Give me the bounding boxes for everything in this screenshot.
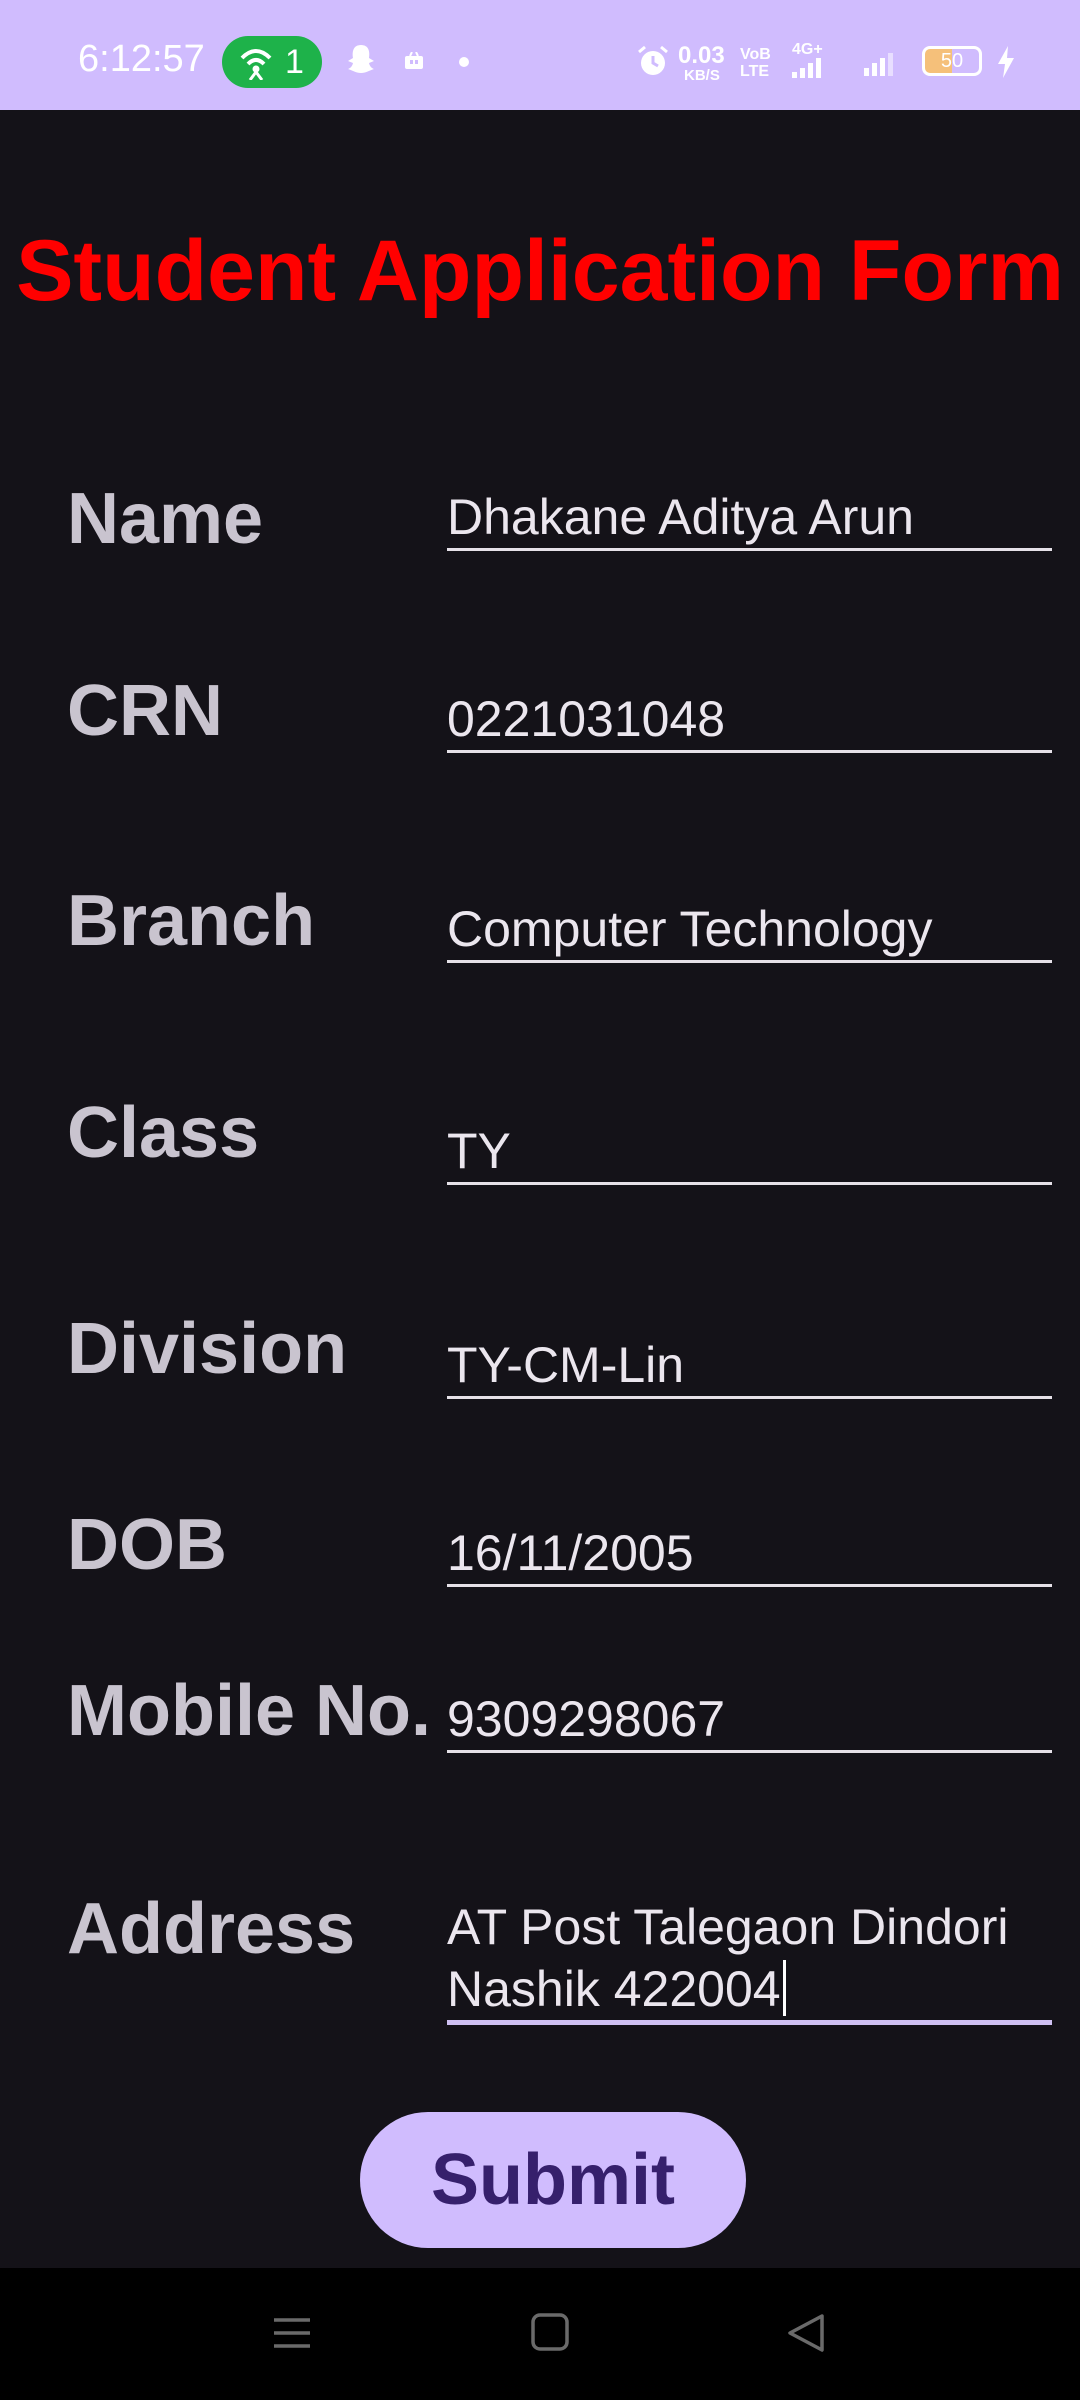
branch-value: Computer Technology bbox=[447, 901, 933, 957]
network-type-label: 4G+ bbox=[792, 41, 823, 58]
signal-icon-2 bbox=[864, 53, 893, 76]
dob-label: DOB bbox=[67, 1505, 227, 1585]
signal-icon bbox=[792, 58, 821, 78]
home-icon[interactable] bbox=[528, 2308, 572, 2358]
address-text: AT Post Talegaon Dindori Nashik 422004 bbox=[447, 1899, 1009, 2017]
text-cursor bbox=[782, 1960, 786, 2016]
address-field[interactable]: AT Post Talegaon Dindori Nashik 422004 bbox=[447, 1896, 1052, 2025]
dot-icon bbox=[459, 57, 469, 67]
hotspot-count: 1 bbox=[285, 43, 304, 81]
page-title: Student Application Form bbox=[16, 223, 1064, 319]
status-time: 6:12:57 bbox=[78, 38, 205, 80]
division-value: TY-CM-Lin bbox=[447, 1337, 685, 1393]
volte-label: VoB LTE bbox=[740, 46, 771, 80]
menu-icon[interactable] bbox=[270, 2308, 314, 2358]
hotspot-icon bbox=[240, 49, 272, 80]
dob-field[interactable]: 16/11/2005 bbox=[447, 1522, 1052, 1587]
status-bar: 6:12:57 1 0.03 KB/S VoB LTE 4G+ 50 bbox=[0, 0, 1080, 110]
class-label: Class bbox=[67, 1093, 260, 1173]
crn-value: 0221031048 bbox=[447, 691, 726, 747]
mobile-label: Mobile No. bbox=[67, 1671, 431, 1751]
mobile-field[interactable]: 9309298067 bbox=[447, 1688, 1052, 1753]
dob-value: 16/11/2005 bbox=[447, 1525, 694, 1581]
notification-icon bbox=[405, 52, 423, 69]
back-icon[interactable] bbox=[784, 2308, 828, 2358]
charging-icon bbox=[998, 46, 1014, 78]
submit-button[interactable]: Submit bbox=[360, 2112, 746, 2248]
snapchat-icon bbox=[348, 45, 374, 73]
division-field[interactable]: TY-CM-Lin bbox=[447, 1334, 1052, 1399]
branch-field[interactable]: Computer Technology bbox=[447, 898, 1052, 963]
alarm-icon bbox=[638, 45, 668, 75]
name-value: Dhakane Aditya Arun bbox=[447, 489, 914, 545]
navigation-bar bbox=[0, 2268, 1080, 2400]
net-speed-unit: KB/S bbox=[684, 67, 720, 84]
address-value: AT Post Talegaon Dindori Nashik 422004 bbox=[447, 1896, 1052, 2020]
name-label: Name bbox=[67, 479, 264, 559]
name-field[interactable]: Dhakane Aditya Arun bbox=[447, 486, 1052, 551]
crn-field[interactable]: 0221031048 bbox=[447, 688, 1052, 753]
class-field[interactable]: TY bbox=[447, 1120, 1052, 1185]
branch-label: Branch bbox=[67, 881, 316, 961]
battery-level: 50 bbox=[940, 50, 964, 72]
battery-icon: 50 bbox=[922, 46, 982, 76]
mobile-value: 9309298067 bbox=[447, 1691, 726, 1747]
division-label: Division bbox=[67, 1309, 348, 1389]
net-speed-value: 0.03 bbox=[678, 42, 725, 69]
crn-label: CRN bbox=[67, 671, 223, 751]
hotspot-indicator[interactable]: 1 bbox=[222, 36, 322, 88]
class-value: TY bbox=[447, 1123, 511, 1179]
address-label: Address bbox=[67, 1889, 356, 1969]
